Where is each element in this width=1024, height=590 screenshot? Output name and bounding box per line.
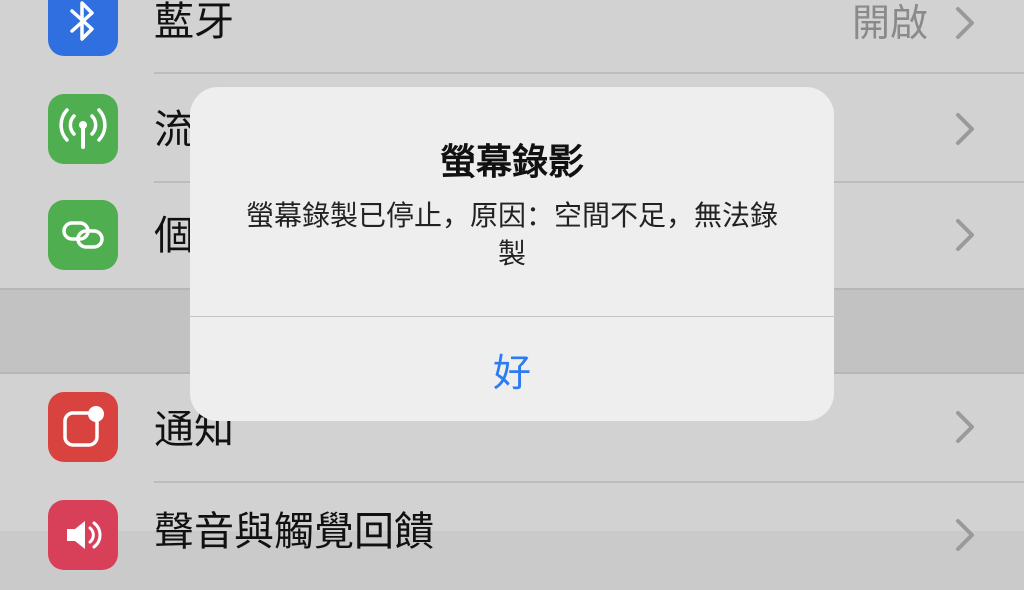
settings-row-value: 開啟 [851, 1, 928, 45]
alert-dialog: 螢幕錄影 螢幕錄製已停止，原因：空間不足，無法錄製 好 [190, 87, 834, 421]
ok-button[interactable]: 好 [190, 317, 834, 421]
chevron-right-icon [956, 7, 974, 39]
speaker-icon [48, 500, 118, 570]
chevron-right-icon [956, 219, 974, 251]
settings-row-label: 聲音與觸覺回饋 [154, 509, 434, 555]
notification-icon [48, 392, 118, 462]
alert-message: 螢幕錄製已停止，原因：空間不足，無法錄製 [245, 199, 778, 270]
antenna-icon [48, 94, 118, 164]
settings-row-label: 個 [154, 213, 194, 259]
settings-row-label: 藍牙 [154, 0, 234, 45]
chain-link-icon [48, 200, 118, 270]
settings-row-bluetooth[interactable]: 藍牙 開啟 [0, 0, 1024, 78]
chevron-right-icon [956, 113, 974, 145]
chevron-right-icon [956, 519, 974, 551]
alert-title: 螢幕錄影 [439, 142, 584, 183]
bluetooth-icon [48, 0, 118, 56]
chevron-right-icon [956, 411, 974, 443]
settings-row-sounds-haptics[interactable]: 聲音與觸覺回饋 [0, 482, 1024, 590]
settings-row-label: 流 [154, 107, 194, 153]
